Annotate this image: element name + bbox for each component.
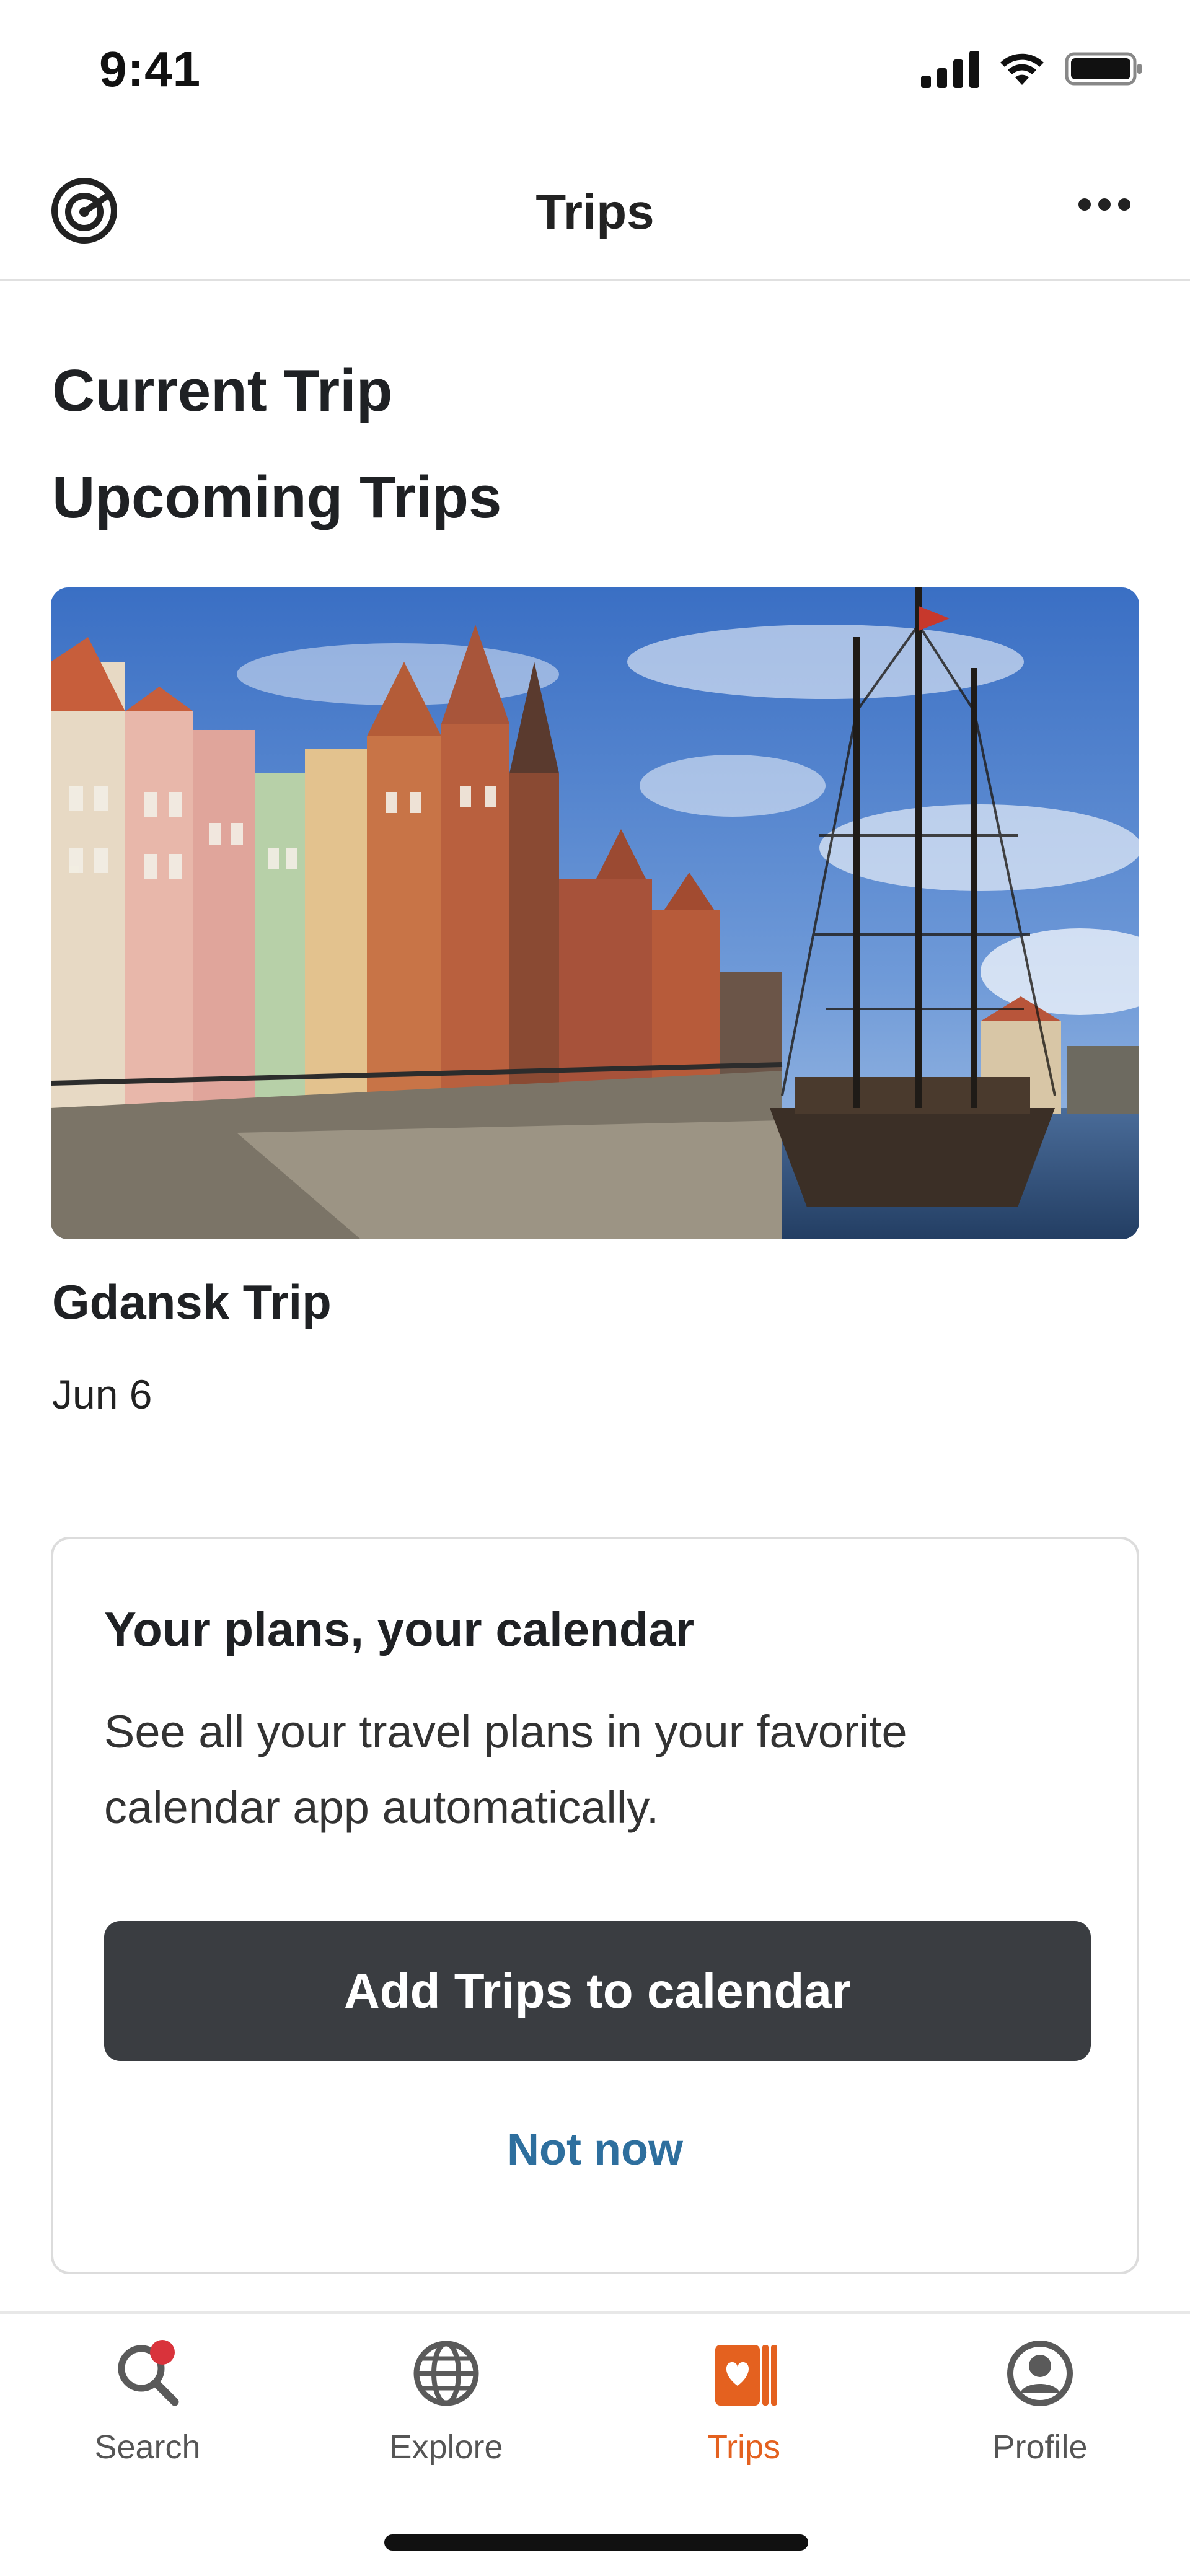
current-trip-heading: Current Trip (52, 358, 393, 424)
trip-date: Jun 6 (52, 1371, 152, 1417)
trip-name[interactable]: Gdansk Trip (52, 1274, 332, 1330)
tab-profile-label: Profile (992, 2429, 1088, 2466)
status-time: 9:41 (99, 42, 201, 97)
gdansk-waterfront-photo[interactable] (51, 587, 1139, 1239)
trip-card[interactable]: Gdansk Trip Jun 6 (51, 587, 1139, 1417)
tab-explore[interactable]: Explore (353, 2336, 539, 2466)
tab-profile[interactable]: Profile (947, 2336, 1133, 2466)
tab-trips-label: Trips (707, 2429, 780, 2466)
not-now-button[interactable]: Not now (53, 2124, 1137, 2175)
calendar-prompt-body: See all your travel plans in your favori… (104, 1706, 907, 1833)
profile-icon (1003, 2336, 1077, 2411)
add-trips-to-calendar-button[interactable]: Add Trips to calendar (104, 1921, 1091, 2061)
tab-explore-label: Explore (389, 2429, 503, 2466)
wifi-icon (998, 50, 1046, 87)
status-icons (921, 50, 1143, 88)
calendar-prompt-title: Your plans, your calendar (104, 1602, 695, 1656)
page-title: Trips (536, 184, 654, 239)
search-icon (110, 2336, 185, 2411)
more-options-icon[interactable] (1078, 198, 1130, 211)
signal-icon (921, 50, 979, 88)
trips-icon (707, 2336, 781, 2411)
upcoming-trips-heading: Upcoming Trips (52, 464, 502, 530)
battery-icon (1065, 50, 1143, 87)
tab-search[interactable]: Search (55, 2336, 240, 2466)
home-indicator (384, 2534, 808, 2551)
nav-header: Trips (0, 149, 1190, 281)
status-bar: 9:41 (0, 0, 1190, 149)
calendar-prompt-card: Your plans, your calendar See all your t… (51, 1537, 1139, 2274)
globe-icon (409, 2336, 483, 2411)
tab-trips[interactable]: Trips (651, 2336, 837, 2466)
tab-search-label: Search (94, 2429, 201, 2466)
